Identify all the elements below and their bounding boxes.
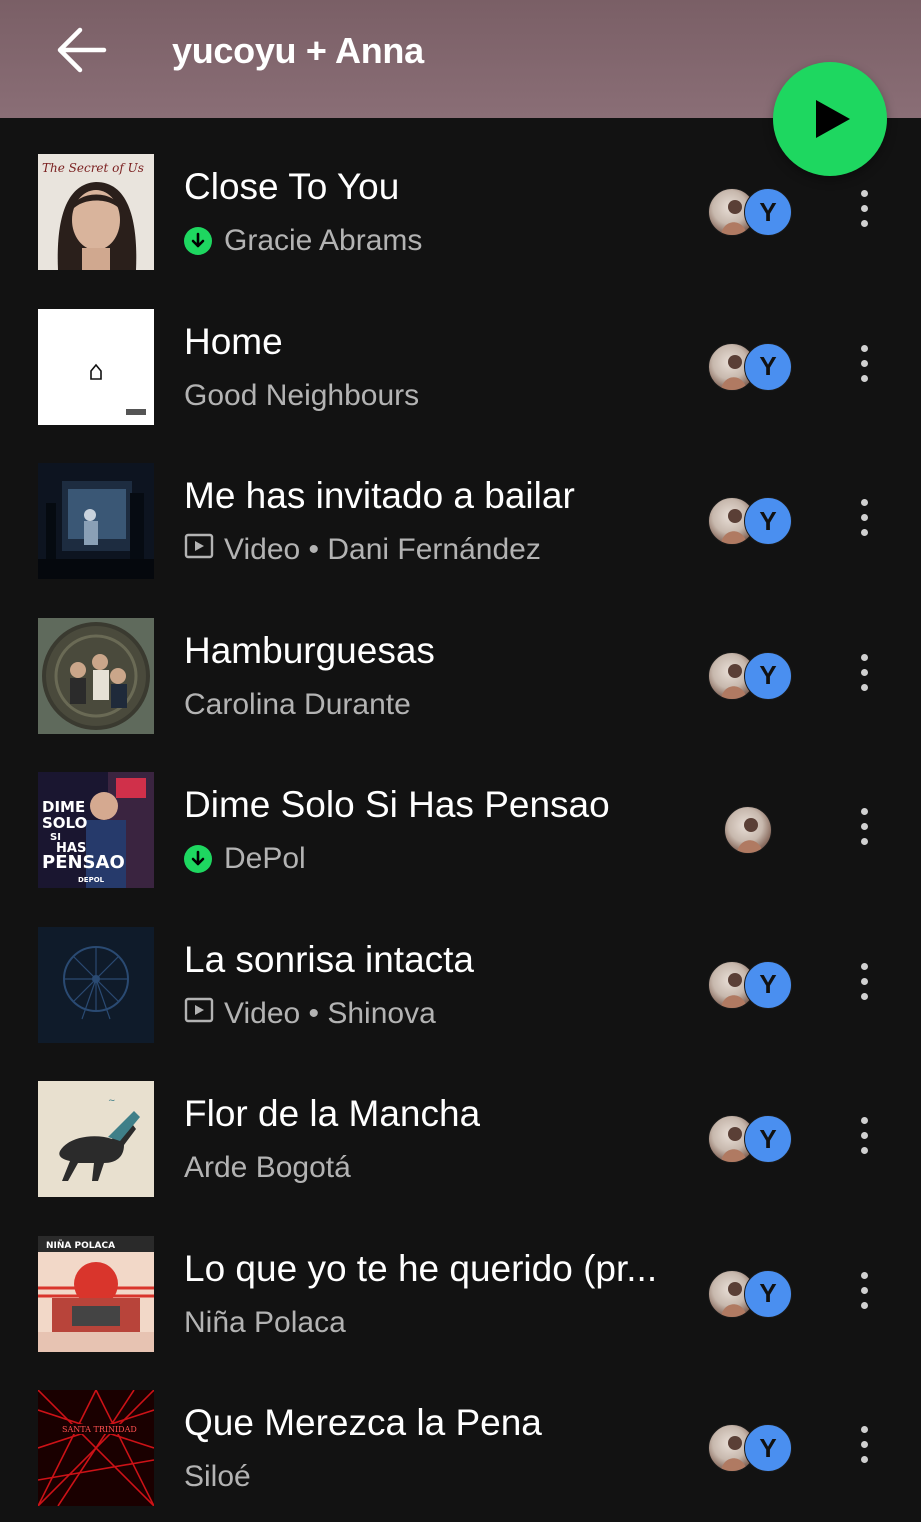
added-by-avatars xyxy=(708,806,792,854)
svg-text:PENSAO: PENSAO xyxy=(42,852,125,873)
added-by-avatars: Y xyxy=(708,188,792,236)
avatar: Y xyxy=(744,960,792,1009)
more-options-button[interactable] xyxy=(850,1117,878,1161)
track-title: Dime Solo Si Has Pensao xyxy=(184,784,610,825)
avatar xyxy=(724,806,772,854)
track-title: Hamburguesas xyxy=(184,629,435,671)
more-options-button[interactable] xyxy=(850,962,878,1007)
added-by-avatars: Y xyxy=(708,342,792,391)
back-button[interactable] xyxy=(52,22,112,78)
avatar: Y xyxy=(744,651,792,700)
track-row[interactable]: ~ Flor de la Mancha Arde Bogotá Y xyxy=(0,1045,921,1200)
track-subtitle: Video • Dani Fernández xyxy=(184,533,541,567)
album-cover xyxy=(38,617,154,734)
track-subtitle-text: Arde Bogotá xyxy=(184,1151,351,1184)
video-icon xyxy=(184,533,214,567)
avatar: Y xyxy=(744,342,792,391)
track-row[interactable]: Me has invitado a bailar Video • Dani Fe… xyxy=(0,427,921,582)
album-cover: ~ xyxy=(38,1081,154,1197)
cover-text: The Secret of Us xyxy=(42,161,144,175)
track-subtitle: Good Neighbours xyxy=(184,379,419,413)
track-row[interactable]: DIME SOLO SI HAS PENSAO DEPOL Dime Solo … xyxy=(0,736,921,891)
album-cover: The Secret of Us xyxy=(38,154,154,270)
track-title: Me has invitado a bailar xyxy=(184,475,575,516)
svg-text:NIÑA POLACA: NIÑA POLACA xyxy=(46,1240,115,1251)
track-subtitle: Gracie Abrams xyxy=(184,224,422,258)
album-cover xyxy=(38,308,154,425)
svg-text:DEPOL: DEPOL xyxy=(78,876,105,884)
track-subtitle-text: Niña Polaca xyxy=(184,1305,346,1339)
more-options-button[interactable] xyxy=(850,653,878,698)
svg-text:SOLO: SOLO xyxy=(42,814,87,832)
track-title: Flor de la Mancha xyxy=(184,1093,481,1134)
track-row[interactable]: Home Good Neighbours Y xyxy=(0,273,921,428)
track-subtitle: Carolina Durante xyxy=(184,688,411,722)
avatar: Y xyxy=(744,188,792,236)
track-subtitle: DePol xyxy=(184,842,306,876)
album-cover: DIME SOLO SI HAS PENSAO DEPOL xyxy=(38,772,154,888)
download-arrow-icon xyxy=(184,227,212,255)
track-row[interactable]: La sonrisa intacta Video • Shinova Y xyxy=(0,891,921,1046)
download-arrow-icon xyxy=(184,845,212,873)
play-icon xyxy=(816,100,850,138)
avatar: Y xyxy=(744,1115,792,1163)
track-subtitle-text: Video • Shinova xyxy=(224,996,436,1030)
more-options-button[interactable] xyxy=(850,344,878,389)
track-row[interactable]: SANTA TRINIDAD Que Merezca la Pena Siloé… xyxy=(0,1354,921,1509)
track-subtitle: Arde Bogotá xyxy=(184,1151,351,1185)
album-cover: SANTA TRINIDAD xyxy=(38,1390,154,1506)
album-cover xyxy=(38,926,154,1043)
avatar: Y xyxy=(744,497,792,545)
video-icon xyxy=(184,997,214,1031)
added-by-avatars: Y xyxy=(708,497,792,545)
added-by-avatars: Y xyxy=(708,651,792,700)
more-options-button[interactable] xyxy=(850,1271,878,1316)
track-title: Close To You xyxy=(184,166,400,207)
album-cover xyxy=(38,463,154,579)
more-options-button[interactable] xyxy=(850,190,878,234)
track-row[interactable]: Hamburguesas Carolina Durante Y xyxy=(0,582,921,737)
svg-text:SANTA TRINIDAD: SANTA TRINIDAD xyxy=(62,1425,137,1434)
page-title: yucoyu + Anna xyxy=(172,30,424,71)
track-subtitle-text: Gracie Abrams xyxy=(224,224,423,257)
arrow-left-icon xyxy=(57,27,107,73)
added-by-avatars: Y xyxy=(708,1424,792,1472)
play-button[interactable] xyxy=(773,62,887,176)
avatar: Y xyxy=(744,1424,792,1472)
avatar: Y xyxy=(744,1269,792,1318)
track-subtitle-text: Good Neighbours xyxy=(184,378,420,412)
track-title: Lo que yo te he querido (pr... xyxy=(184,1247,658,1289)
album-cover: NIÑA POLACA xyxy=(38,1235,154,1352)
added-by-avatars: Y xyxy=(708,1115,792,1163)
more-options-button[interactable] xyxy=(850,1426,878,1470)
track-subtitle: Video • Shinova xyxy=(184,997,436,1031)
track-subtitle: Siloé xyxy=(184,1460,251,1494)
track-subtitle-text: Carolina Durante xyxy=(184,687,411,721)
track-subtitle-text: Siloé xyxy=(184,1460,251,1493)
track-title: Home xyxy=(184,320,283,362)
svg-text:~: ~ xyxy=(108,1096,116,1106)
track-title: Que Merezca la Pena xyxy=(184,1402,542,1443)
added-by-avatars: Y xyxy=(708,1269,792,1318)
track-title: La sonrisa intacta xyxy=(184,938,475,980)
more-options-button[interactable] xyxy=(850,808,878,852)
more-options-button[interactable] xyxy=(850,499,878,543)
track-subtitle-text: Video • Dani Fernández xyxy=(224,533,541,566)
track-list: The Secret of Us Close To You Gracie Abr… xyxy=(0,118,921,1509)
added-by-avatars: Y xyxy=(708,960,792,1009)
track-row[interactable]: NIÑA POLACA Lo que yo te he querido (pr.… xyxy=(0,1200,921,1355)
track-subtitle: Niña Polaca xyxy=(184,1306,346,1340)
track-subtitle-text: DePol xyxy=(224,842,306,875)
